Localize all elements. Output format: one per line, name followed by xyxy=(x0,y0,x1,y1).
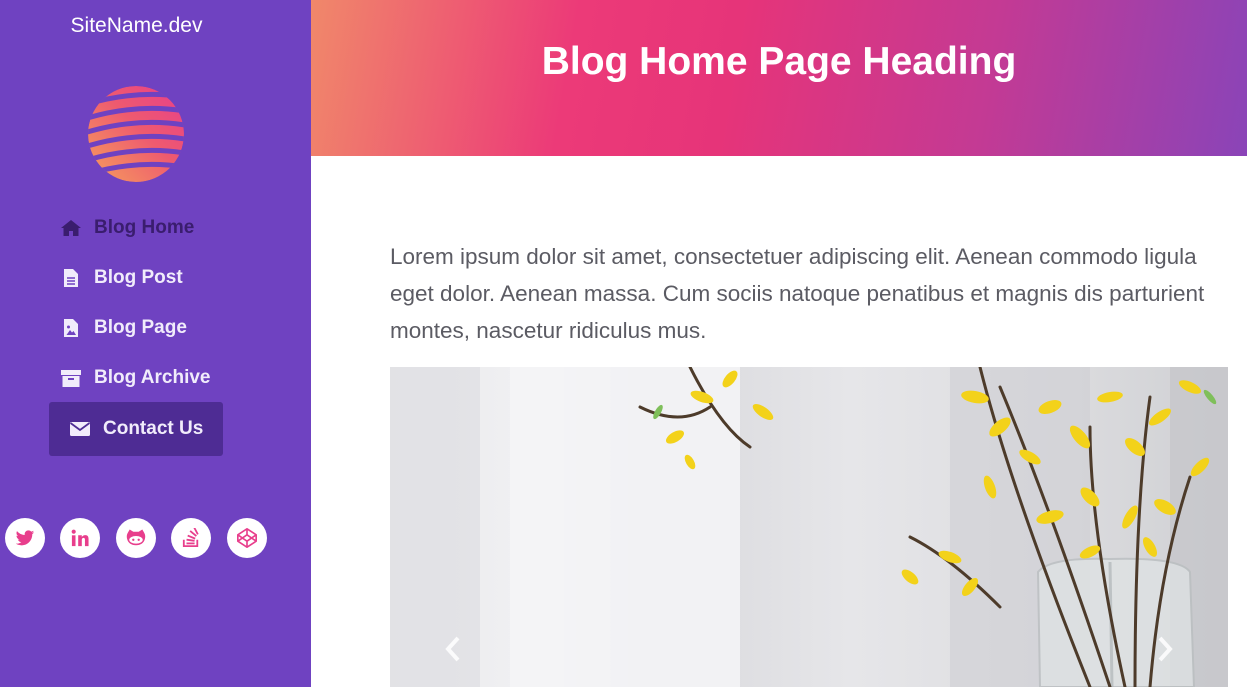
twitter-button[interactable] xyxy=(5,518,45,558)
chevron-right-icon xyxy=(1158,636,1173,662)
envelope-icon xyxy=(69,418,91,440)
striped-globe-logo[interactable] xyxy=(86,84,186,184)
site-name-link[interactable]: SiteName.dev xyxy=(0,14,273,38)
nav-item-contact-us[interactable]: Contact Us xyxy=(49,402,223,456)
page-header: Blog Home Page Heading xyxy=(311,0,1247,156)
social-links xyxy=(0,518,311,558)
linkedin-button[interactable] xyxy=(60,518,100,558)
carousel-prev-button[interactable] xyxy=(438,629,468,669)
nav-item-label: Blog Post xyxy=(94,267,183,288)
linkedin-icon xyxy=(71,529,89,547)
sidebar: SiteName.dev Blog Home Blog Post Blog Pa… xyxy=(0,0,311,687)
nav-item-blog-home[interactable]: Blog Home xyxy=(60,210,194,246)
codepen-icon xyxy=(237,528,257,548)
github-icon xyxy=(126,529,146,546)
home-icon xyxy=(60,217,82,239)
nav-item-label: Blog Archive xyxy=(94,367,211,388)
nav-item-label: Contact Us xyxy=(103,418,204,439)
stackoverflow-icon xyxy=(182,528,199,547)
nav-item-blog-page[interactable]: Blog Page xyxy=(60,310,187,346)
nav-item-label: Blog Page xyxy=(94,317,187,338)
twitter-icon xyxy=(15,529,35,545)
chevron-left-icon xyxy=(445,636,460,662)
page-title: Blog Home Page Heading xyxy=(541,40,1017,83)
nav-item-label: Blog Home xyxy=(94,217,195,238)
nav-item-blog-archive[interactable]: Blog Archive xyxy=(60,360,211,396)
github-button[interactable] xyxy=(116,518,156,558)
image-carousel xyxy=(390,367,1228,687)
stackoverflow-button[interactable] xyxy=(171,518,211,558)
file-image-icon xyxy=(60,317,82,339)
archive-icon xyxy=(60,367,82,389)
codepen-button[interactable] xyxy=(227,518,267,558)
carousel-image xyxy=(390,367,1228,687)
intro-paragraph: Lorem ipsum dolor sit amet, consectetuer… xyxy=(390,244,1205,343)
nav-item-blog-post[interactable]: Blog Post xyxy=(60,260,183,296)
carousel-next-button[interactable] xyxy=(1150,629,1180,669)
file-text-icon xyxy=(60,267,82,289)
